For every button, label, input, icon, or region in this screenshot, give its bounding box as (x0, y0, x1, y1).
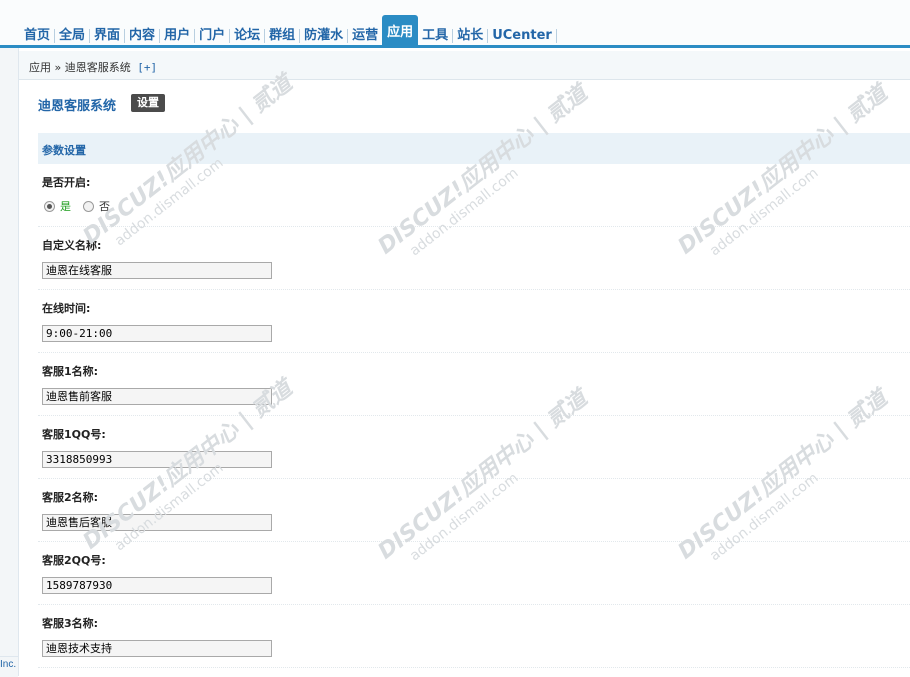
copyright-fragment: Inc. (0, 659, 17, 670)
agent1-qq-label: 客服1QQ号: (42, 428, 106, 441)
breadcrumb-bar: 应用 » 迪恩客服系统 [+] (19, 51, 910, 80)
enable-yes-label[interactable]: 是 (60, 198, 71, 214)
nav-accent-line (0, 45, 910, 48)
enable-label: 是否开启: (42, 176, 91, 189)
agent1-qq-input[interactable]: 3318850993 (42, 451, 272, 468)
enable-no-radio[interactable] (83, 200, 94, 212)
left-sidebar (0, 48, 19, 677)
section-title: 参数设置 (42, 144, 86, 157)
setting-row-agent2-name: 客服2名称: 迪恩售后客服 (38, 479, 910, 542)
agent2-qq-input[interactable]: 1589787930 (42, 577, 272, 594)
enable-no-label[interactable]: 否 (99, 198, 110, 214)
online-time-input[interactable]: 9:00-21:00 (42, 325, 272, 342)
setting-row-agent2-qq: 客服2QQ号: 1589787930 (38, 542, 910, 605)
agent3-name-label: 客服3名称: (42, 617, 99, 630)
nav-item-apps[interactable]: 应用 (382, 15, 419, 48)
agent3-name-input[interactable]: 迪恩技术支持 (42, 640, 272, 657)
setting-row-custom-name: 自定义名称: 迪恩在线客服 (38, 227, 910, 290)
agent1-name-label: 客服1名称: (42, 365, 99, 378)
section-header: 参数设置 (38, 133, 910, 164)
setting-row-agent3-name: 客服3名称: 迪恩技术支持 (38, 605, 910, 668)
breadcrumb: 应用 » 迪恩客服系统 [+] (29, 59, 157, 75)
agent2-name-label: 客服2名称: (42, 491, 99, 504)
page-title[interactable]: 迪恩客服系统 (38, 95, 116, 114)
enable-radio-group: 是 否 (44, 198, 110, 214)
setting-row-agent1-qq: 客服1QQ号: 3318850993 (38, 416, 910, 479)
agent1-name-input[interactable]: 迪恩售前客服 (42, 388, 272, 405)
agent2-qq-label: 客服2QQ号: (42, 554, 106, 567)
custom-name-input[interactable]: 迪恩在线客服 (42, 262, 272, 279)
setting-row-online-time: 在线时间: 9:00-21:00 (38, 290, 910, 353)
online-time-label: 在线时间: (42, 302, 91, 315)
add-shortcut-button[interactable]: [+] (137, 61, 157, 74)
nav-separator (555, 29, 557, 43)
tab-settings[interactable]: 设置 (131, 94, 165, 112)
setting-row-enable: 是否开启: 是 否 (38, 164, 910, 227)
custom-name-label: 自定义名称: (42, 239, 102, 252)
agent2-name-input[interactable]: 迪恩售后客服 (42, 514, 272, 531)
enable-yes-radio[interactable] (44, 200, 55, 212)
setting-row-agent1-name: 客服1名称: 迪恩售前客服 (38, 353, 910, 416)
top-nav-bar: 首页 全局 界面 内容 用户 门户 论坛 群组 防灌水 运营 应用 工具 站长 … (0, 0, 910, 48)
breadcrumb-path: 应用 » 迪恩客服系统 (29, 61, 131, 74)
main-nav: 首页 全局 界面 内容 用户 门户 论坛 群组 防灌水 运营 应用 工具 站长 … (20, 12, 557, 48)
